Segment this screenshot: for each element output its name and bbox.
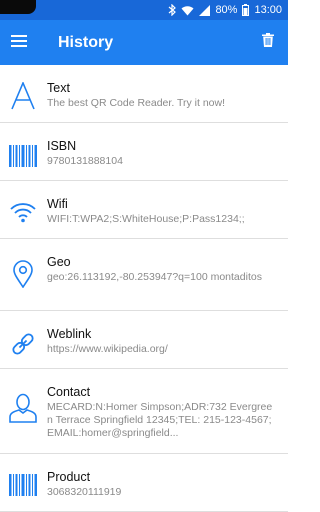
history-item-detail: https://www.wikipedia.org/: [47, 343, 168, 355]
wifi-icon: [181, 5, 194, 16]
history-item-geo[interactable]: Geo geo:26.113192,-80.253947?q=100 monta…: [0, 239, 288, 311]
history-item-title: ISBN: [47, 139, 77, 153]
history-item-contact[interactable]: Contact MECARD:N:Homer Simpson;ADR:732 E…: [0, 369, 288, 454]
history-item-detail: 9780131888104: [47, 155, 123, 167]
location-pin-icon: [8, 259, 38, 289]
barcode-icon: [8, 141, 38, 171]
history-item-isbn[interactable]: ISBN 9780131888104: [0, 123, 288, 181]
trash-icon: [262, 33, 274, 52]
history-item-text[interactable]: Text The best QR Code Reader. Try it now…: [0, 65, 288, 123]
history-item-title: Text: [47, 81, 70, 95]
link-icon: [8, 329, 38, 359]
bluetooth-icon: [168, 4, 177, 16]
history-item-detail: The best QR Code Reader. Try it now!: [47, 97, 225, 109]
app-bar: History: [0, 20, 288, 65]
signal-icon: [199, 4, 211, 16]
battery-icon: [242, 4, 250, 16]
delete-history-button[interactable]: [248, 20, 288, 65]
history-item-title: Product: [47, 470, 91, 484]
text-icon: [8, 81, 38, 111]
status-time: 13:00: [254, 4, 282, 16]
history-item-detail: geo:26.113192,-80.253947?q=100 montadito…: [47, 271, 262, 283]
history-list: Text The best QR Code Reader. Try it now…: [0, 65, 288, 512]
history-item-title: Geo: [47, 255, 71, 269]
history-item-detail: 3068320111919: [47, 486, 122, 498]
person-icon: [8, 393, 38, 423]
history-item-product[interactable]: Product 3068320111919: [0, 454, 288, 512]
history-item-title: Weblink: [47, 327, 92, 341]
status-bar-notch: [0, 0, 36, 14]
history-item-wifi[interactable]: Wifi WIFI:T:WPA2;S:WhiteHouse;P:Pass1234…: [0, 181, 288, 239]
history-item-title: Wifi: [47, 197, 68, 211]
status-bar: 80% 13:00: [0, 0, 288, 20]
battery-percent: 80%: [215, 4, 238, 16]
history-item-weblink[interactable]: Weblink https://www.wikipedia.org/: [0, 311, 288, 369]
history-item-title: Contact: [47, 385, 91, 399]
hamburger-menu-icon: [11, 34, 27, 52]
history-item-detail: WIFI:T:WPA2;S:WhiteHouse;P:Pass1234;;: [47, 213, 245, 225]
page-title: History: [58, 33, 114, 51]
barcode-icon: [8, 470, 38, 500]
menu-button[interactable]: [0, 20, 38, 65]
wifi-icon: [8, 197, 38, 227]
history-item-detail: MECARD:N:Homer Simpson;ADR:732 Evergreen…: [47, 401, 273, 439]
